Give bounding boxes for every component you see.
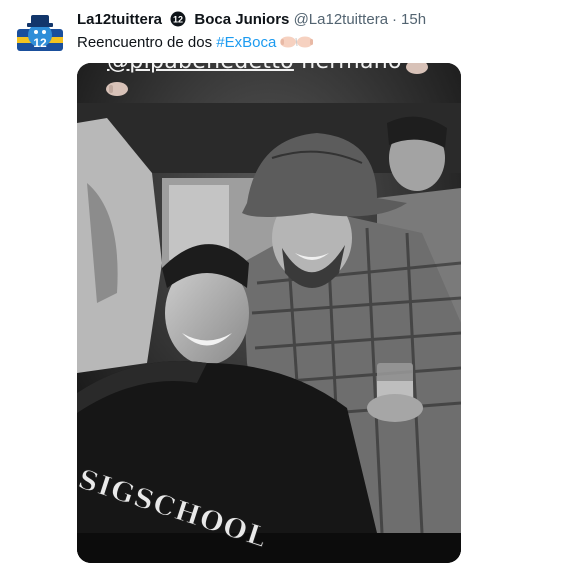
tweet-header: La12tuittera 12 Boca Juniors @La12tuitte… <box>77 10 426 30</box>
story-overlay-text: @pipabenedetto hermano <box>107 63 402 74</box>
fist-bump-emoji-icon <box>279 35 315 55</box>
avatar-label: 12 <box>33 36 47 50</box>
affiliation-name[interactable]: Boca Juniors <box>194 11 289 28</box>
story-overlay-word: hermano <box>294 63 402 74</box>
hashtag-link[interactable]: #ExBoca <box>216 34 276 51</box>
tweet-timestamp[interactable]: 15h <box>401 11 426 28</box>
user-avatar[interactable]: 12 <box>15 9 65 59</box>
tweet-text-content: Reencuentro de dos <box>77 34 217 51</box>
user-handle[interactable]: @La12tuittera <box>294 11 388 28</box>
story-mention: @pipabenedetto <box>107 63 294 74</box>
tweet-card[interactable]: 12 La12tuittera 12 Boca Juniors @La12tui… <box>0 0 564 563</box>
tweet-photo[interactable]: @pipabenedetto hermano SIGSCHOOL <box>77 63 461 563</box>
tweet-text: Reencuentro de dos #ExBoca <box>77 33 315 55</box>
affiliation-badge-label: 12 <box>173 15 183 25</box>
separator-dot: · <box>392 11 398 28</box>
display-name[interactable]: La12tuittera <box>77 11 162 28</box>
affiliation-badge-icon[interactable]: 12 <box>170 11 186 33</box>
